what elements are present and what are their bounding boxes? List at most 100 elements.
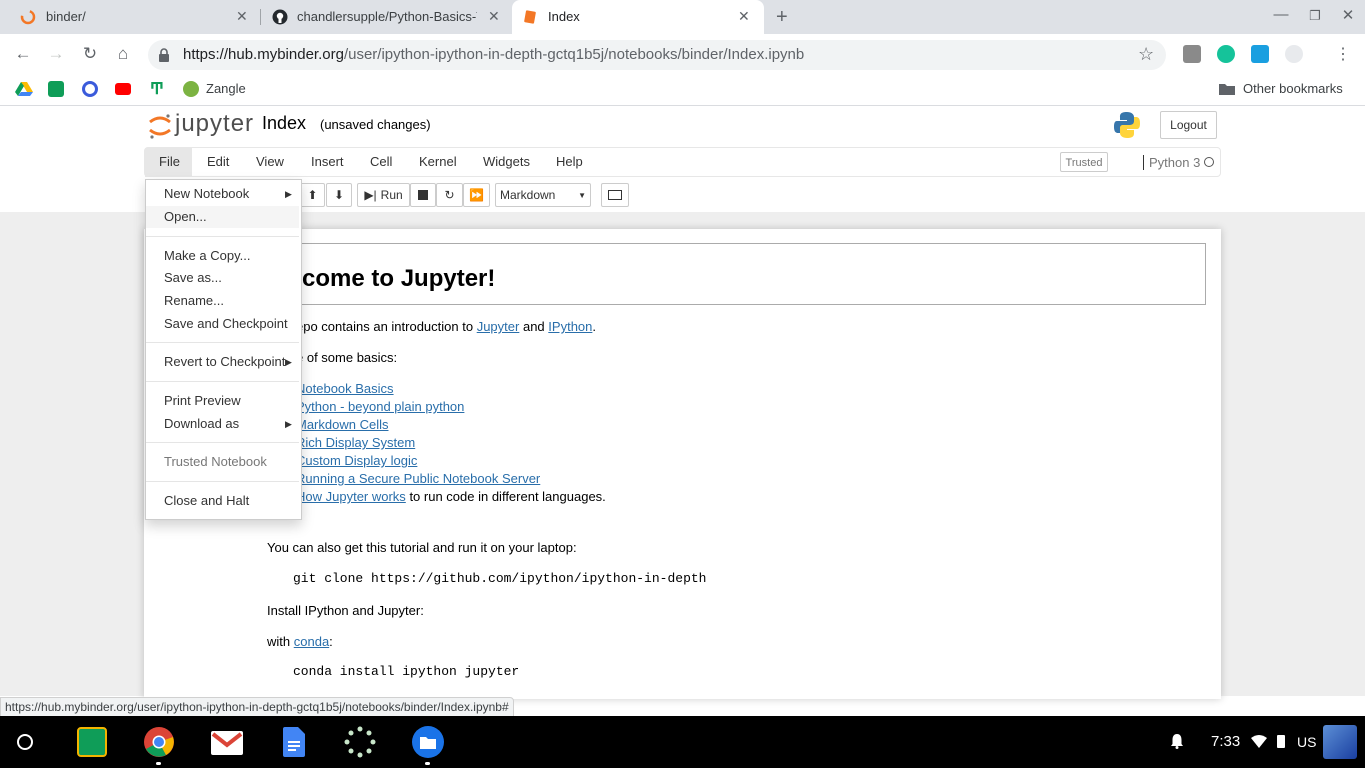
- docs-app-icon[interactable]: [283, 727, 305, 757]
- forward-icon[interactable]: →: [44, 42, 68, 66]
- cell-type-select[interactable]: Markdown ▼: [495, 183, 591, 207]
- quizlet-icon[interactable]: [82, 81, 98, 97]
- run-button[interactable]: ▶| Run: [357, 183, 410, 207]
- link-custom-display[interactable]: Custom Display logic: [296, 453, 417, 468]
- tab-github[interactable]: chandlersupple/Python-Basics-T ✕: [262, 0, 510, 34]
- restart-button[interactable]: ↻: [436, 183, 463, 207]
- user-avatar[interactable]: [1323, 725, 1357, 759]
- binder-favicon-icon: [20, 9, 36, 25]
- trusted-badge[interactable]: Trusted: [1060, 152, 1108, 172]
- link-ipython-beyond[interactable]: Python - beyond plain python: [296, 399, 464, 414]
- gmail-app-icon[interactable]: [211, 731, 243, 755]
- menu-kernel[interactable]: Kernel: [419, 154, 457, 172]
- menu-rename[interactable]: Rename...: [164, 293, 224, 308]
- extension-icon[interactable]: [1285, 45, 1303, 63]
- command-palette-button[interactable]: [601, 183, 629, 207]
- notification-bell-icon[interactable]: [1170, 733, 1184, 749]
- menu-open[interactable]: Open...: [164, 209, 207, 224]
- reload-icon[interactable]: ↻: [78, 42, 102, 66]
- bookmark-zangle[interactable]: Zangle: [206, 81, 246, 96]
- tab-index[interactable]: Index ✕: [512, 0, 764, 34]
- url-text[interactable]: https://hub.mybinder.org/user/ipython-ip…: [183, 46, 804, 63]
- extension-icon[interactable]: [1183, 45, 1201, 63]
- drive-icon[interactable]: [15, 81, 33, 97]
- minimize-icon[interactable]: —: [1271, 6, 1291, 23]
- menu-download-as[interactable]: Download as: [164, 416, 239, 431]
- os-shelf: [0, 716, 1365, 768]
- home-icon[interactable]: ⌂: [111, 42, 135, 66]
- tab-binder[interactable]: binder/ ✕: [8, 0, 260, 34]
- logout-button[interactable]: Logout: [1160, 111, 1217, 139]
- youtube-icon[interactable]: [115, 83, 131, 95]
- menu-divider: [146, 481, 299, 482]
- tab-title: chandlersupple/Python-Basics-T: [297, 9, 477, 24]
- jupyter-logo-text[interactable]: jupyter: [175, 110, 254, 138]
- link-secure-server[interactable]: Running a Secure Public Notebook Server: [296, 471, 540, 486]
- other-bookmarks[interactable]: Other bookmarks: [1243, 81, 1343, 96]
- restore-icon[interactable]: ❐: [1305, 8, 1325, 24]
- move-up-button[interactable]: ⬆: [300, 183, 325, 207]
- close-tab-icon[interactable]: ✕: [488, 8, 500, 25]
- menu-view[interactable]: View: [256, 154, 284, 172]
- menu-new-notebook[interactable]: New Notebook: [164, 186, 249, 201]
- github-icon: [272, 9, 288, 25]
- restart-run-all-button[interactable]: ⏩: [463, 183, 490, 207]
- kernel-divider: [1143, 155, 1144, 170]
- new-tab-icon[interactable]: +: [776, 6, 788, 29]
- menu-save-checkpoint[interactable]: Save and Checkpoint: [164, 316, 288, 331]
- close-tab-icon[interactable]: ✕: [236, 8, 248, 25]
- classroom-app-icon[interactable]: [77, 727, 107, 757]
- link-rich-display[interactable]: Rich Display System: [296, 435, 415, 450]
- ipython-link[interactable]: IPython: [548, 319, 592, 334]
- clock[interactable]: 7:33: [1211, 733, 1240, 750]
- interrupt-button[interactable]: [410, 183, 436, 207]
- battery-icon[interactable]: [1277, 735, 1285, 748]
- chrome-app-icon[interactable]: [143, 726, 175, 758]
- close-window-icon[interactable]: ✕: [1338, 6, 1358, 24]
- jupyter-link[interactable]: Jupyter: [477, 319, 520, 334]
- stop-icon: [418, 190, 428, 200]
- menu-revert-checkpoint[interactable]: Revert to Checkpoint: [164, 354, 285, 369]
- wifi-icon[interactable]: [1251, 735, 1267, 748]
- menu-make-copy[interactable]: Make a Copy...: [164, 248, 250, 263]
- menu-dots-icon[interactable]: ⋮: [1335, 44, 1351, 64]
- extension-icon[interactable]: [1251, 45, 1269, 63]
- keyboard-locale[interactable]: US: [1297, 734, 1316, 750]
- step-forward-icon: ▶|: [364, 188, 377, 202]
- run-label: Run: [380, 188, 403, 202]
- menu-edit[interactable]: Edit: [207, 154, 229, 172]
- link-notebook-basics[interactable]: Notebook Basics: [296, 381, 394, 396]
- menu-cell[interactable]: Cell: [370, 154, 392, 172]
- move-down-button[interactable]: ⬇: [326, 183, 352, 207]
- tab-title: binder/: [46, 9, 86, 24]
- menu-print-preview[interactable]: Print Preview: [164, 393, 241, 408]
- how-jupyter-works-item: How Jupyter works to run code in differe…: [296, 489, 606, 504]
- notebook-name[interactable]: Index: [262, 113, 306, 134]
- bookmark-star-icon[interactable]: ☆: [1138, 44, 1154, 65]
- menu-save-as[interactable]: Save as...: [164, 270, 222, 285]
- basics-paragraph: e of some basics:: [296, 350, 398, 365]
- link-markdown-cells[interactable]: Markdown Cells: [296, 417, 388, 432]
- menu-divider: [146, 236, 299, 237]
- link-how-jupyter-works[interactable]: How Jupyter works: [296, 489, 406, 504]
- menu-help[interactable]: Help: [556, 154, 583, 172]
- classroom-icon[interactable]: [48, 81, 64, 97]
- menu-file[interactable]: File: [159, 154, 180, 172]
- menu-close-halt[interactable]: Close and Halt: [164, 493, 249, 508]
- files-app-icon[interactable]: [412, 726, 444, 758]
- grammarly-icon[interactable]: [1217, 45, 1235, 63]
- tab-title: Index: [548, 9, 580, 24]
- menu-widgets[interactable]: Widgets: [483, 154, 530, 172]
- git-command: git clone https://github.com/ipython/ipy…: [293, 571, 707, 586]
- conda-link[interactable]: conda: [294, 634, 329, 649]
- back-icon[interactable]: ←: [11, 42, 35, 66]
- menu-divider: [146, 381, 299, 382]
- launcher-icon[interactable]: [17, 734, 33, 750]
- close-tab-icon[interactable]: ✕: [738, 8, 750, 25]
- zangle-icon[interactable]: [183, 81, 199, 97]
- kernel-name[interactable]: Python 3: [1149, 155, 1200, 170]
- loading-app-icon[interactable]: [344, 726, 376, 758]
- bookmark-icon[interactable]: Ͳ: [150, 79, 164, 99]
- jupyter-logo-icon[interactable]: [148, 112, 172, 140]
- menu-insert[interactable]: Insert: [311, 154, 344, 172]
